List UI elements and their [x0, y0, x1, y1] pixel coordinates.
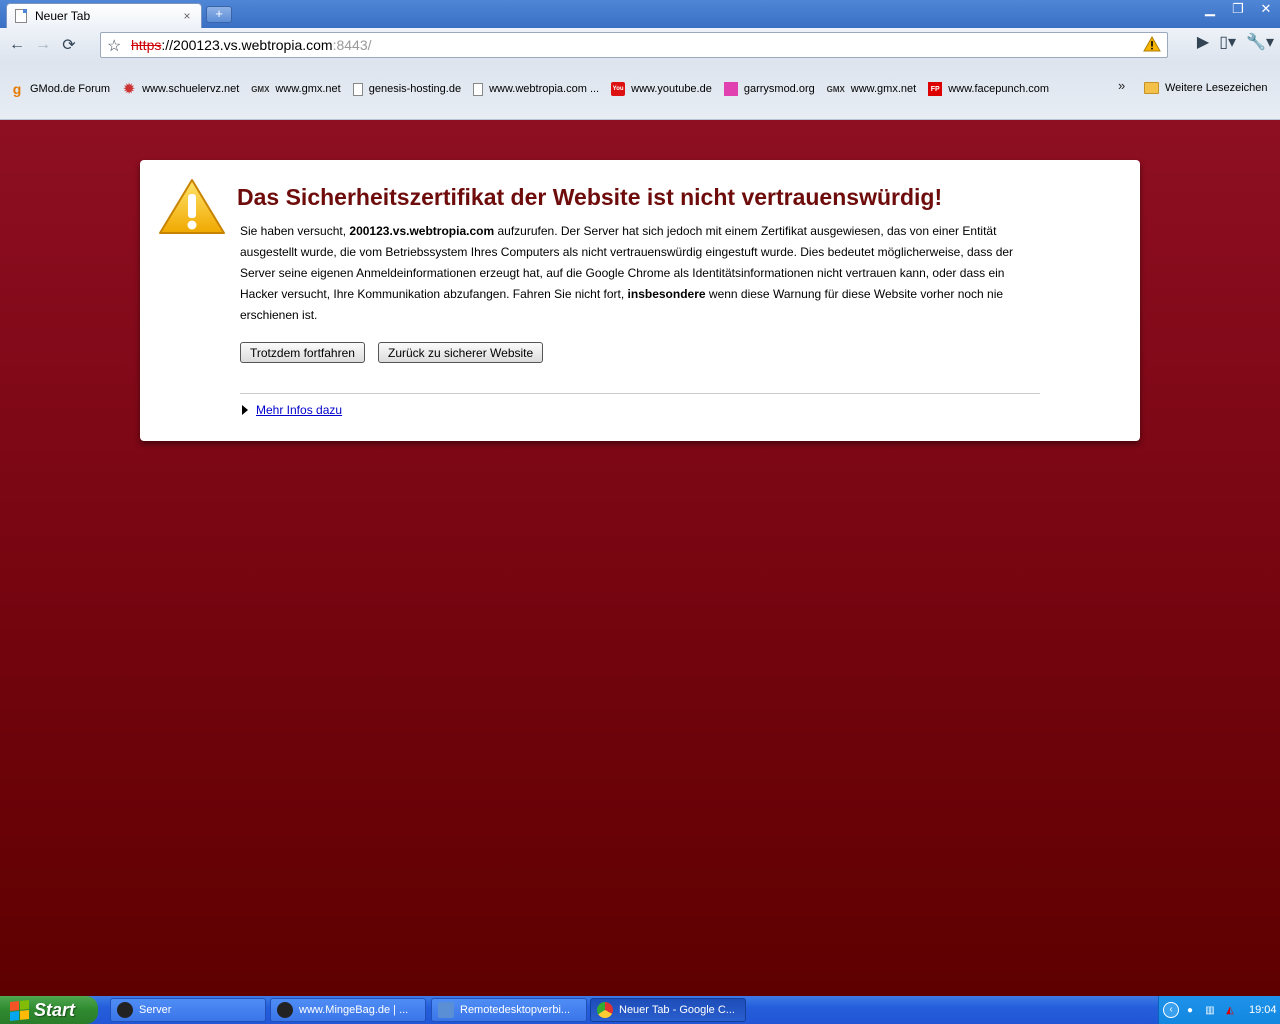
- bookmark-label: www.gmx.net: [850, 83, 917, 95]
- bookmark-item[interactable]: g GMod.de Forum: [10, 81, 111, 97]
- gmx-icon: GMX: [826, 84, 845, 94]
- new-tab-button[interactable]: +: [206, 6, 232, 23]
- ssl-warning-box: Das Sicherheitszertifikat der Website is…: [140, 160, 1140, 441]
- taskbar-item-label: Neuer Tab - Google C...: [619, 1004, 735, 1016]
- bookmark-item[interactable]: GMX www.gmx.net: [251, 82, 341, 96]
- bookmark-label: garrysmod.org: [743, 83, 815, 95]
- remote-desktop-icon: [438, 1002, 454, 1018]
- bookmark-label: www.webtropia.com ...: [489, 83, 600, 95]
- taskbar: Start Server www.MingeBag.de | ... Remoted…: [0, 996, 1280, 1024]
- bookmark-item[interactable]: FP www.facepunch.com: [928, 82, 1049, 96]
- page-icon: [473, 82, 484, 96]
- system-tray: ‹ ● ▥ ◭ 19:04: [1158, 996, 1280, 1024]
- taskbar-item[interactable]: www.MingeBag.de | ...: [270, 998, 426, 1022]
- tray-expand-icon[interactable]: ‹: [1163, 1002, 1179, 1018]
- description-text: Sie haben versucht,: [240, 224, 350, 238]
- expand-triangle-icon[interactable]: [242, 405, 248, 415]
- steam-icon: [277, 1002, 293, 1018]
- gmod-icon: g: [12, 81, 22, 97]
- url-host: ://200123.vs.webtropia.com: [161, 37, 333, 53]
- back-to-safety-button[interactable]: Zurück zu sicherer Website: [378, 342, 544, 363]
- other-bookmarks-folder[interactable]: Weitere Lesezeichen: [1144, 82, 1268, 94]
- antivirus-tray-icon[interactable]: ◭: [1223, 1003, 1237, 1017]
- bookmark-item[interactable]: GMX www.gmx.net: [826, 82, 917, 96]
- proceed-anyway-button[interactable]: Trotzdem fortfahren: [240, 342, 365, 363]
- bookmark-label: www.facepunch.com: [948, 83, 1050, 95]
- taskbar-item-label: www.MingeBag.de | ...: [299, 1004, 409, 1016]
- schuelervz-icon: ✹: [123, 81, 135, 96]
- page-title: Das Sicherheitszertifikat der Website is…: [237, 184, 943, 210]
- bookmark-label: genesis-hosting.de: [368, 83, 462, 95]
- minimize-icon[interactable]: ▁: [1196, 0, 1224, 20]
- steam-icon: [117, 1002, 133, 1018]
- tab-neuer-tab[interactable]: Neuer Tab ×: [6, 3, 202, 28]
- taskbar-item-label: Remotedesktopverbi...: [460, 1004, 571, 1016]
- close-window-icon[interactable]: ✕: [1252, 0, 1280, 20]
- bookmark-label: GMod.de Forum: [30, 83, 111, 95]
- bookmarks-list: g GMod.de Forum ✹ www.schuelervz.net GMX www.…: [10, 81, 1061, 97]
- start-button[interactable]: Start: [0, 996, 98, 1024]
- reload-button[interactable]: ⟳: [56, 32, 82, 58]
- bookmark-item[interactable]: ✹ www.schuelervz.net: [122, 81, 240, 96]
- window-controls: ▁ ❐ ✕: [1196, 0, 1280, 20]
- garrysmod-icon: [723, 82, 738, 96]
- bookmark-label: www.schuelervz.net: [142, 83, 240, 95]
- divider: [240, 393, 1040, 394]
- youtube-icon: You: [611, 82, 626, 96]
- page-content: Das Sicherheitszertifikat der Website is…: [0, 120, 1280, 996]
- wrench-icon[interactable]: 🔧▾: [1246, 32, 1274, 52]
- clock: 19:04: [1249, 1004, 1277, 1016]
- folder-icon: [1144, 82, 1159, 94]
- bookmark-item[interactable]: genesis-hosting.de: [352, 82, 462, 96]
- taskbar-item[interactable]: Neuer Tab - Google C...: [590, 998, 746, 1022]
- steam-tray-icon[interactable]: ●: [1183, 1003, 1197, 1017]
- tab-strip: Neuer Tab × + ▁ ❐ ✕: [0, 0, 1280, 28]
- address-bar[interactable]: ☆ https://200123.vs.webtropia.com:8443/: [100, 32, 1168, 58]
- more-info-link[interactable]: Mehr Infos dazu: [256, 403, 342, 417]
- network-tray-icon[interactable]: ▥: [1203, 1003, 1217, 1017]
- page-icon: [352, 82, 363, 96]
- windows-logo-icon: [10, 999, 29, 1021]
- url-scheme: https: [131, 37, 162, 53]
- bookmarks-bar: g GMod.de Forum ✹ www.schuelervz.net GMX www.…: [0, 62, 1280, 120]
- taskbar-item[interactable]: Server: [110, 998, 266, 1022]
- bookmark-label: www.youtube.de: [631, 83, 712, 95]
- warning-description: Sie haben versucht, 200123.vs.webtropia.…: [240, 221, 1040, 326]
- facepunch-icon: FP: [928, 82, 943, 96]
- other-bookmarks-label: Weitere Lesezeichen: [1165, 82, 1268, 94]
- toolbar-right: ▶ ▯▾ 🔧▾: [1197, 32, 1274, 52]
- toolbar: ← → ⟳ ☆ https://200123.vs.webtropia.com:…: [0, 28, 1280, 62]
- back-button[interactable]: ←: [4, 32, 30, 58]
- page-menu-icon[interactable]: ▯▾: [1219, 32, 1236, 52]
- bookmark-label: www.gmx.net: [275, 83, 341, 95]
- warning-triangle-icon: [159, 179, 225, 234]
- bookmark-star-icon[interactable]: ☆: [107, 36, 121, 56]
- url-port: :8443/: [332, 37, 372, 53]
- page-icon: [15, 9, 27, 23]
- taskbar-item-label: Server: [139, 1004, 172, 1016]
- bookmark-item[interactable]: garrysmod.org: [723, 82, 815, 96]
- more-info-toggle[interactable]: Mehr Infos dazu: [242, 403, 342, 417]
- description-host: 200123.vs.webtropia.com: [349, 224, 495, 238]
- chrome-icon: [597, 1002, 613, 1018]
- description-emphasis: insbesondere: [627, 287, 706, 301]
- close-tab-icon[interactable]: ×: [181, 9, 193, 23]
- bookmark-item[interactable]: You www.youtube.de: [611, 82, 712, 96]
- restore-icon[interactable]: ❐: [1224, 0, 1252, 20]
- bookmarks-overflow-icon[interactable]: »: [1118, 78, 1125, 93]
- forward-button[interactable]: →: [30, 32, 56, 58]
- start-label: Start: [34, 999, 76, 1020]
- bookmark-item[interactable]: www.webtropia.com ...: [473, 82, 600, 96]
- go-icon[interactable]: ▶: [1197, 32, 1209, 52]
- gmx-icon: GMX: [251, 84, 270, 94]
- tab-title: Neuer Tab: [35, 9, 91, 23]
- security-warning-icon[interactable]: [1143, 36, 1161, 52]
- taskbar-item[interactable]: Remotedesktopverbi...: [431, 998, 587, 1022]
